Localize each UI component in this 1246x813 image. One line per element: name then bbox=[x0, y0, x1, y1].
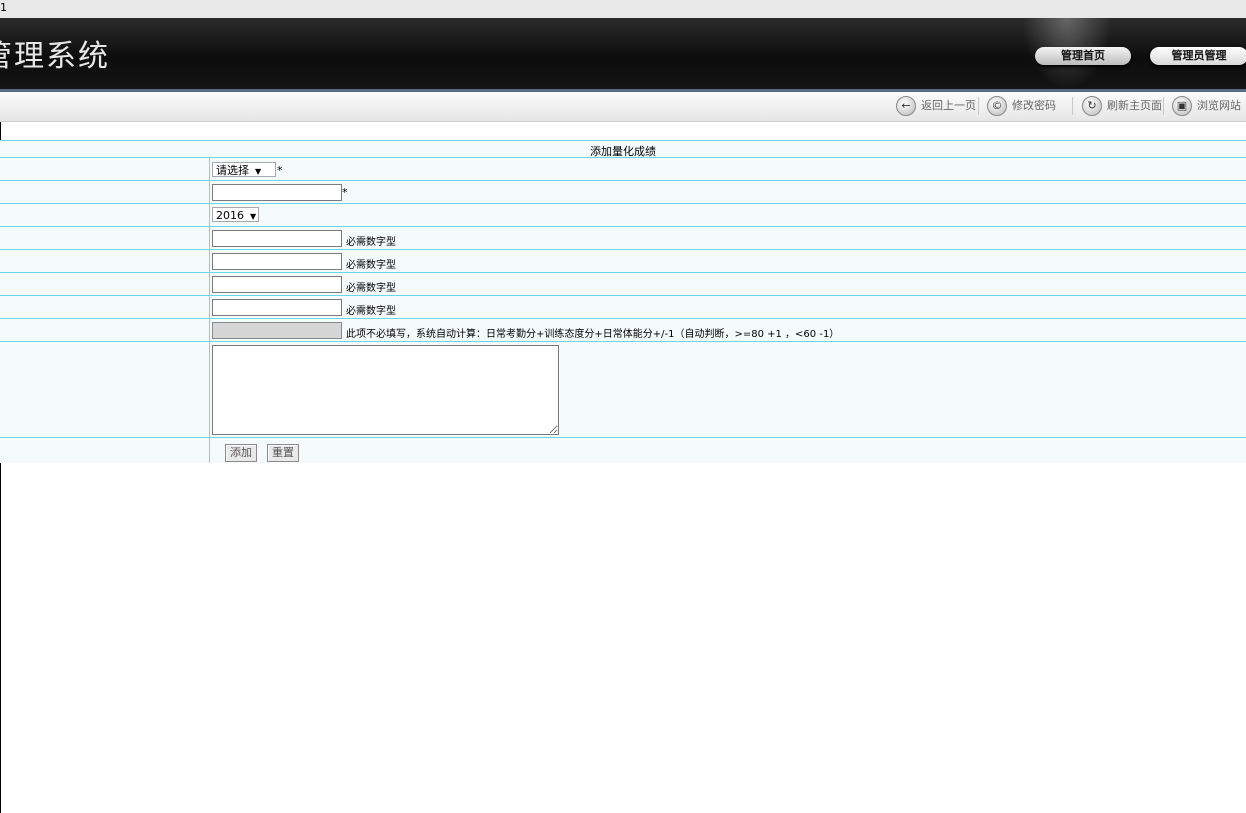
grid-line bbox=[0, 180, 1246, 181]
back-arrow-icon: ← bbox=[896, 96, 916, 116]
year-select[interactable]: 2016 ▼ bbox=[212, 207, 259, 222]
password-icon: © bbox=[987, 96, 1007, 116]
grid-line bbox=[0, 272, 1246, 273]
back-label: 返回上一页 bbox=[921, 99, 976, 112]
fitness-score-input[interactable] bbox=[212, 276, 342, 293]
form-row bbox=[0, 181, 1246, 203]
grid-line bbox=[0, 437, 1246, 438]
form-title: 添加量化成绩 bbox=[590, 145, 656, 158]
button-row bbox=[0, 438, 1246, 463]
name-input[interactable] bbox=[212, 184, 342, 201]
form-row bbox=[0, 342, 1246, 437]
grid-line bbox=[0, 249, 1246, 250]
form-row bbox=[0, 204, 1246, 226]
change-password-button[interactable]: © 修改密码 bbox=[987, 95, 1056, 117]
fourth-score-input[interactable] bbox=[212, 299, 342, 316]
toolbar-separator bbox=[978, 97, 979, 115]
numeric-hint: 必需数字型 bbox=[346, 260, 396, 271]
student-select-value: 请选择 bbox=[216, 164, 249, 177]
student-select[interactable]: 请选择 ▼ bbox=[212, 162, 276, 177]
grid-line bbox=[0, 341, 1246, 342]
grid-line bbox=[0, 203, 1246, 204]
dropdown-arrow-icon: ▼ bbox=[255, 167, 262, 176]
app-title: 管理系统 bbox=[0, 39, 110, 74]
numeric-hint: 必需数字型 bbox=[346, 283, 396, 294]
form-row bbox=[0, 296, 1246, 318]
form-row bbox=[0, 158, 1246, 180]
required-mark: * bbox=[277, 164, 283, 177]
submit-button[interactable]: 添加 bbox=[225, 444, 257, 462]
toolbar-separator bbox=[1163, 97, 1164, 115]
required-mark: * bbox=[342, 186, 348, 199]
numeric-hint: 必需数字型 bbox=[346, 306, 396, 317]
remarks-textarea[interactable] bbox=[212, 345, 559, 435]
column-divider bbox=[209, 157, 210, 463]
nav-home-button[interactable]: 管理首页 bbox=[1035, 47, 1131, 65]
numeric-hint: 必需数字型 bbox=[346, 237, 396, 248]
toolbar-separator bbox=[1072, 97, 1073, 115]
app-header: 管理系统 管理首页 管理员管理 bbox=[0, 18, 1246, 90]
nav-admin-button[interactable]: 管理员管理 bbox=[1150, 47, 1246, 65]
year-select-value: 2016 bbox=[216, 209, 244, 222]
back-button[interactable]: ← 返回上一页 bbox=[896, 95, 976, 117]
toolbar: ← 返回上一页 © 修改密码 ↻ 刷新主页面 ▣ 浏览网站 bbox=[0, 92, 1246, 122]
browse-site-label: 浏览网站 bbox=[1197, 99, 1241, 112]
browse-site-button[interactable]: ▣ 浏览网站 bbox=[1172, 95, 1241, 117]
browse-icon: ▣ bbox=[1172, 96, 1192, 116]
browser-tab-strip: 1 bbox=[0, 0, 1246, 18]
form-row bbox=[0, 250, 1246, 272]
attendance-score-input[interactable] bbox=[212, 230, 342, 247]
tab-fragment-text: 1 bbox=[0, 1, 7, 14]
grid-line bbox=[0, 140, 1246, 141]
dropdown-arrow-icon: ▼ bbox=[250, 212, 257, 221]
form-row bbox=[0, 227, 1246, 249]
auto-calc-hint: 此项不必填写，系统自动计算：日常考勤分+训练态度分+日常体能分+/-1（自动判断… bbox=[346, 329, 840, 340]
change-password-label: 修改密码 bbox=[1012, 99, 1056, 112]
refresh-icon: ↻ bbox=[1082, 96, 1102, 116]
grid-line bbox=[0, 295, 1246, 296]
total-score-input bbox=[212, 322, 342, 339]
attitude-score-input[interactable] bbox=[212, 253, 342, 270]
refresh-label: 刷新主页面 bbox=[1107, 99, 1162, 112]
grid-line bbox=[0, 226, 1246, 227]
form-row bbox=[0, 273, 1246, 295]
grid-line bbox=[0, 318, 1246, 319]
refresh-button[interactable]: ↻ 刷新主页面 bbox=[1082, 95, 1162, 117]
reset-button[interactable]: 重置 bbox=[267, 444, 299, 462]
